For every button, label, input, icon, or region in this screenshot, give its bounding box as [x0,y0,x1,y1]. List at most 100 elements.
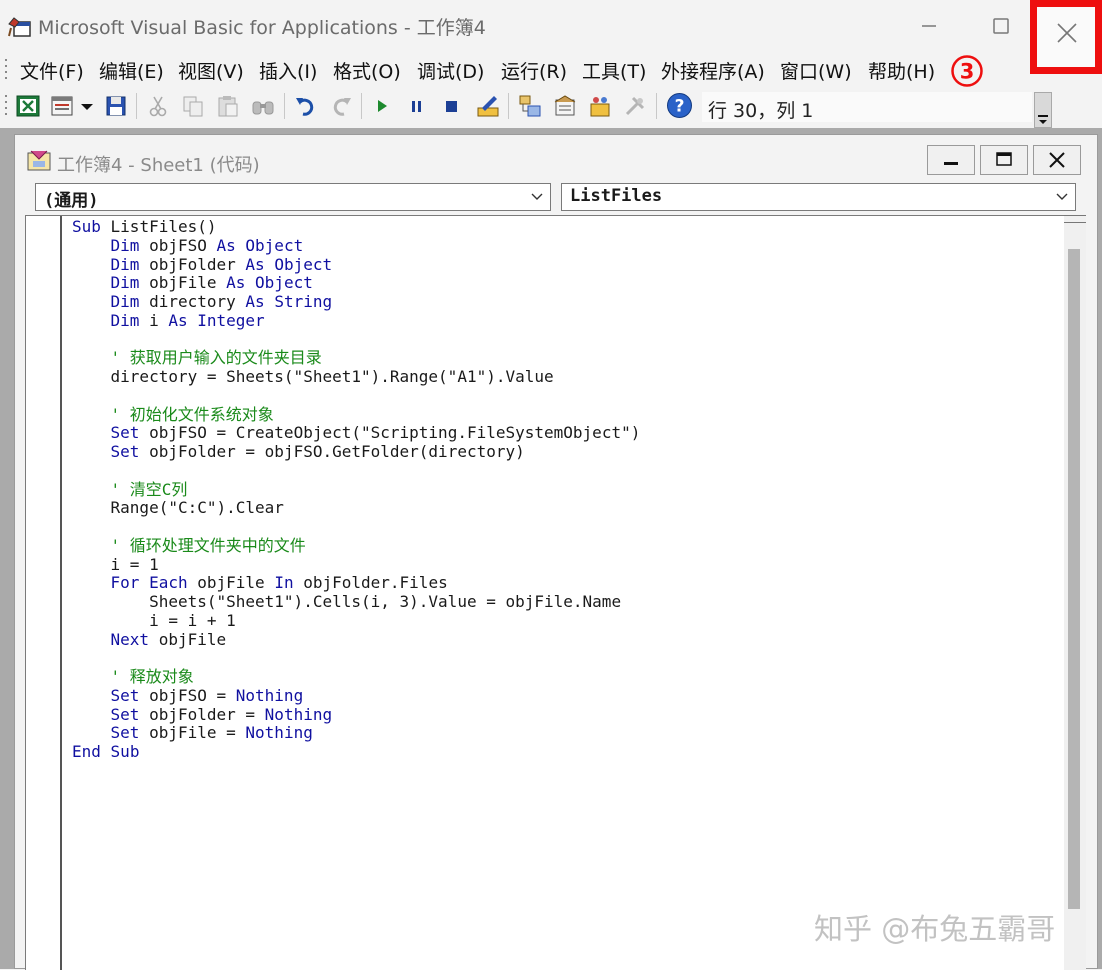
step-marker-circle: 3 [951,55,983,87]
code-line[interactable]: Set objFolder = objFSO.GetFolder(directo… [72,442,640,462]
save-icon[interactable] [104,94,128,118]
code-line[interactable]: End Sub [72,742,640,762]
code-line[interactable]: For Each objFile In objFolder.Files [72,573,640,593]
undo-icon[interactable] [294,94,318,118]
code-window-maximize-button[interactable] [980,145,1028,175]
code-line[interactable]: Dim objFile As Object [72,273,640,293]
window-title: Microsoft Visual Basic for Applications … [38,17,486,39]
toolbar-separator [361,93,362,119]
dropdown-arrow-icon[interactable] [78,94,96,118]
toolbar-grip-icon[interactable] [5,94,8,120]
insert-module-icon[interactable] [50,94,74,118]
minimize-icon [944,162,958,165]
scrollbar-thumb[interactable] [1068,249,1080,909]
close-icon[interactable] [1049,15,1085,51]
vertical-scrollbar[interactable] [1064,215,1086,970]
code-line[interactable]: Dim objFSO As Object [72,236,640,256]
close-button-highlight[interactable] [1030,0,1102,74]
code-editor[interactable]: Sub ListFiles() Dim objFSO As Object Dim… [25,215,1077,970]
code-line[interactable]: Sheets("Sheet1").Cells(i, 3).Value = obj… [72,592,640,612]
close-icon [1049,152,1065,168]
project-explorer-icon[interactable] [518,94,542,118]
menu-view[interactable]: 视图(V) [178,57,244,84]
code-line[interactable]: ' 释放对象 [72,667,640,687]
code-line[interactable]: i = 1 [72,555,640,575]
code-line[interactable]: i = i + 1 [72,611,640,631]
run-icon[interactable] [370,94,394,118]
code-line[interactable]: ' 获取用户输入的文件夹目录 [72,348,640,368]
object-browser-icon[interactable] [588,94,612,118]
code-line[interactable]: Dim objFolder As Object [72,255,640,275]
cut-icon[interactable] [146,94,170,118]
split-bar[interactable] [1064,215,1086,223]
help-icon[interactable]: ? [666,92,693,119]
code-line[interactable] [72,649,640,668]
svg-text:3: 3 [960,60,975,84]
toolbox-icon[interactable] [623,94,647,118]
code-text[interactable]: Sub ListFiles() Dim objFSO As Object Dim… [72,217,641,762]
paste-icon[interactable] [216,94,240,118]
code-window-minimize-button[interactable] [927,145,975,175]
code-line[interactable] [72,331,640,350]
minimize-icon[interactable] [906,10,952,42]
procedure-selector-value: ListFiles [570,186,663,206]
restore-icon [996,152,1012,166]
reset-icon[interactable] [440,94,464,118]
menu-bar: 文件(F) 编辑(E) 视图(V) 插入(I) 格式(O) 调试(D) 运行(R… [0,50,1028,88]
menu-run[interactable]: 运行(R) [501,57,567,84]
excel-icon[interactable] [16,94,40,118]
code-line[interactable]: Dim directory As String [72,292,640,312]
menu-format[interactable]: 格式(O) [333,57,401,84]
menu-addins[interactable]: 外接程序(A) [661,57,765,84]
code-line[interactable]: ' 清空C列 [72,480,640,500]
code-line[interactable]: Set objFile = Nothing [72,723,640,743]
step-marker: 3 ③ [950,54,984,88]
code-line[interactable]: Sub ListFiles() [72,217,640,237]
menu-window[interactable]: 窗口(W) [780,57,852,84]
code-line[interactable]: Set objFSO = CreateObject("Scripting.Fil… [72,423,641,443]
standard-toolbar: ? 行 30，列 1 [0,88,1102,128]
redo-icon[interactable] [329,94,353,118]
code-line[interactable] [72,518,640,537]
code-line[interactable]: ' 初始化文件系统对象 [72,405,640,425]
menu-help[interactable]: 帮助(H) [868,57,935,84]
menu-tools[interactable]: 工具(T) [582,57,646,84]
toolbar-separator [656,93,657,119]
maximize-icon[interactable] [978,10,1024,42]
code-line[interactable]: Dim i As Integer [72,311,640,331]
copy-icon[interactable] [181,94,205,118]
properties-icon[interactable] [553,94,577,118]
svg-text:?: ? [675,97,685,117]
find-icon[interactable] [251,94,275,118]
toolbar-overflow-button[interactable] [1034,92,1052,128]
code-line[interactable]: directory = Sheets("Sheet1").Range("A1")… [72,367,640,387]
menu-file[interactable]: 文件(F) [20,57,84,84]
code-window[interactable]: 工作簿4 - Sheet1 (代码) (通用) ListFiles Sub Li… [14,134,1098,970]
code-module-icon [27,150,51,171]
code-window-titlebar[interactable]: 工作簿4 - Sheet1 (代码) [15,135,1097,179]
cursor-position-display: 行 30，列 1 [702,92,1032,122]
code-line[interactable]: Next objFile [72,630,640,650]
procedure-selector[interactable]: ListFiles [561,183,1076,211]
menubar-grip-icon[interactable] [5,58,8,82]
code-line[interactable] [72,387,640,406]
vba-app-icon [8,17,31,37]
break-icon[interactable] [405,94,429,118]
menu-debug[interactable]: 调试(D) [417,57,484,84]
menu-insert[interactable]: 插入(I) [259,57,317,84]
object-selector-value: (通用) [44,191,99,211]
code-window-close-button[interactable] [1033,145,1081,175]
code-line[interactable]: Range("C:C").Clear [72,498,640,518]
watermark: 知乎 @布兔五霸哥 [814,912,1056,946]
menu-edit[interactable]: 编辑(E) [99,57,164,84]
mdi-workspace: 工作簿4 - Sheet1 (代码) (通用) ListFiles Sub Li… [0,128,1102,970]
code-line[interactable] [72,462,640,481]
code-line[interactable]: ' 循环处理文件夹中的文件 [72,536,640,556]
code-line[interactable]: Set objFSO = Nothing [72,686,640,706]
breakpoint-margin[interactable] [26,216,62,970]
code-line[interactable]: Set objFolder = Nothing [72,705,640,725]
design-mode-icon[interactable] [476,94,500,118]
cursor-position-text: 行 30，列 1 [708,100,814,122]
chevron-down-icon [1056,193,1068,200]
object-selector[interactable]: (通用) [35,183,551,211]
